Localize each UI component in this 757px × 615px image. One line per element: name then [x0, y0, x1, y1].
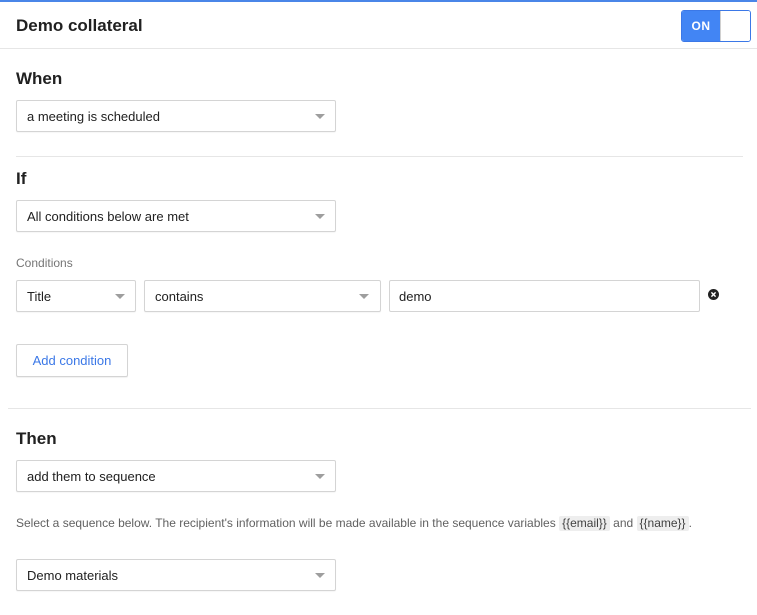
action-select[interactable]: add them to sequence [16, 460, 336, 492]
close-circle-icon[interactable] [708, 289, 719, 300]
when-title: When [16, 69, 63, 88]
trigger-select[interactable]: a meeting is scheduled [16, 100, 336, 132]
name-variable-tag: {{name}} [636, 516, 689, 531]
sequence-select[interactable]: Demo materials [16, 559, 336, 591]
enable-toggle[interactable]: ON [681, 10, 751, 42]
condition-field-value: Title [27, 289, 52, 304]
header: Demo collateral ON [0, 2, 757, 49]
page: Demo collateral ON When a meeting is sch… [0, 0, 757, 615]
help-text-prefix: Select a sequence below. The recipient's… [16, 516, 556, 530]
match-mode-value: All conditions below are met [27, 209, 189, 224]
help-text-and: and [613, 516, 634, 530]
match-mode-select[interactable]: All conditions below are met [16, 200, 336, 232]
condition-operator-select[interactable]: contains [144, 280, 381, 312]
trigger-select-value: a meeting is scheduled [27, 109, 160, 124]
condition-value-input[interactable] [389, 280, 700, 312]
sequence-help-text: Select a sequence below. The recipient's… [16, 513, 716, 533]
divider-if [8, 408, 751, 409]
page-title: Demo collateral [16, 16, 143, 35]
chevron-down-icon [315, 573, 325, 578]
chevron-down-icon [315, 474, 325, 479]
help-text-suffix: . [688, 516, 692, 530]
if-title: If [16, 169, 27, 188]
chevron-down-icon [115, 294, 125, 299]
chevron-down-icon [315, 214, 325, 219]
action-select-value: add them to sequence [27, 469, 156, 484]
condition-operator-value: contains [155, 289, 204, 304]
conditions-label: Conditions [16, 256, 73, 270]
toggle-on-label: ON [682, 11, 720, 41]
add-condition-button[interactable]: Add condition [16, 344, 128, 377]
toggle-knob [720, 11, 750, 41]
chevron-down-icon [359, 294, 369, 299]
sequence-select-value: Demo materials [27, 568, 119, 583]
condition-field-select[interactable]: Title [16, 280, 136, 312]
then-title: Then [16, 429, 57, 448]
email-variable-tag: {{email}} [559, 516, 610, 531]
chevron-down-icon [315, 114, 325, 119]
divider-when [16, 156, 743, 157]
